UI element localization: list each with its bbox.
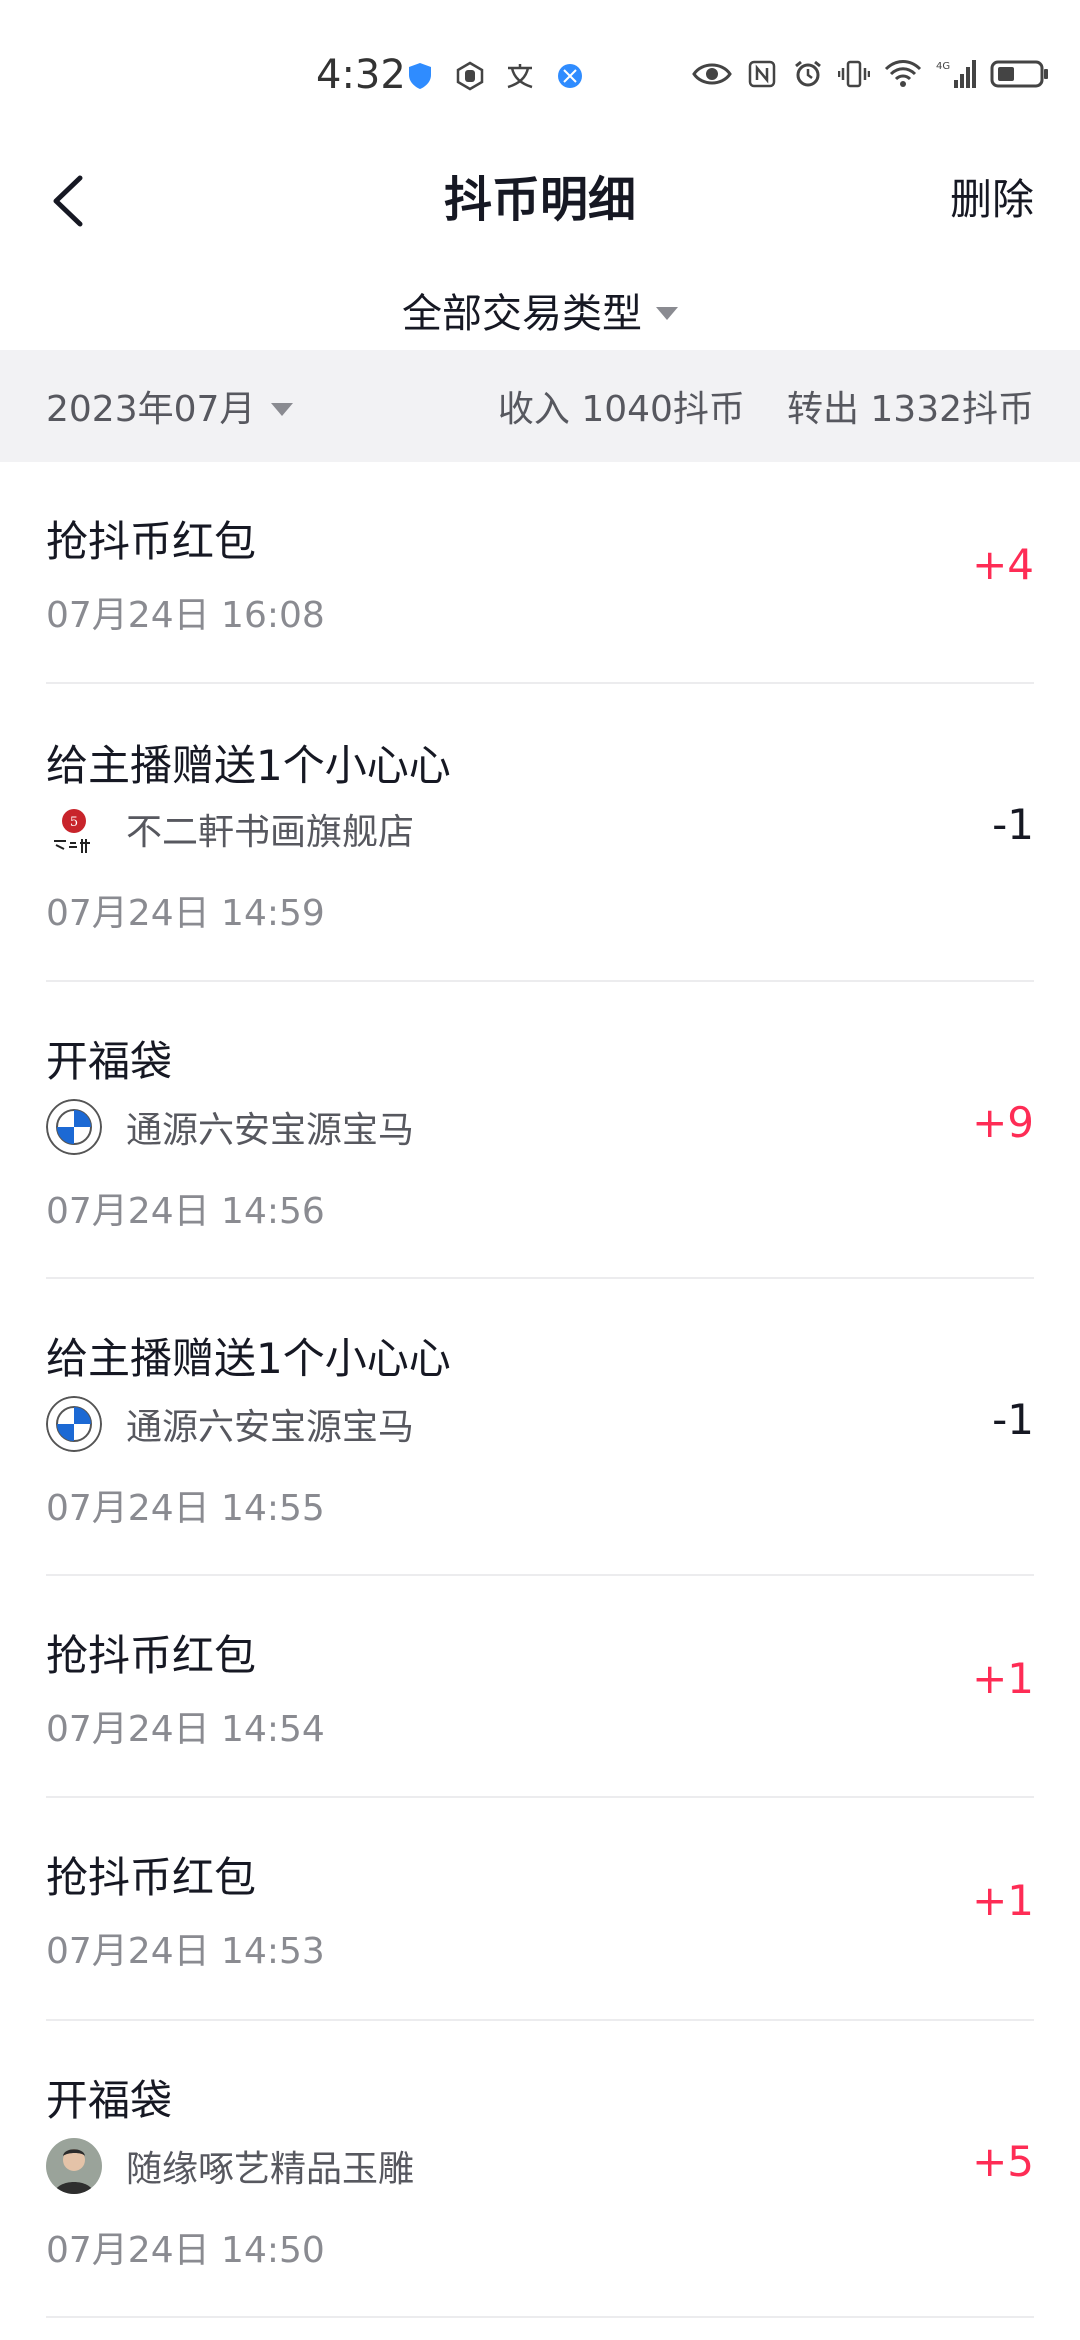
battery-icon — [990, 60, 1048, 88]
page-title: 抖币明细 — [443, 172, 636, 228]
transaction-time: 07月24日 14:53 — [46, 1931, 325, 1972]
transaction-title: 给主播赠送1个小心心 — [46, 741, 451, 790]
transaction-row[interactable]: 给主播赠送1个小心心 通源六安宝源宝马 07月24日 14:55 -1 — [46, 1279, 1034, 1576]
transaction-time: 07月24日 14:56 — [46, 1191, 325, 1232]
streamer-info: 通源六安宝源宝马 — [46, 1396, 414, 1452]
transaction-row[interactable]: 开福袋 随缘啄艺精品玉雕 07月24日 14:50 +5 — [46, 2021, 1034, 2318]
transaction-amount: +1 — [972, 1876, 1034, 1925]
dropdown-arrow-icon — [656, 306, 678, 320]
month-summary-bar: 2023年07月 收入 1040抖币 转出 1332抖币 — [0, 350, 1080, 462]
transaction-row[interactable]: 开福袋 通源六安宝源宝马 07月24日 14:56 +9 — [46, 982, 1034, 1279]
month-label: 2023年07月 — [46, 389, 256, 430]
streamer-info: 5 不二軒书画旗舰店 — [46, 801, 414, 857]
streamer-info: 通源六安宝源宝马 — [46, 1099, 414, 1155]
status-right-icons: 4G — [692, 58, 1050, 90]
streamer-avatar — [46, 1099, 102, 1155]
month-totals: 收入 1040抖币 转出 1332抖币 — [498, 380, 1034, 432]
status-time: 4:32 — [316, 52, 406, 98]
nfc-icon — [748, 60, 776, 88]
signal-4g-icon: 4G — [936, 60, 976, 88]
month-selector[interactable]: 2023年07月 — [46, 380, 294, 432]
outgoing-total: 转出 1332抖币 — [786, 389, 1034, 430]
transaction-row[interactable]: 抢抖币红包 07月24日 14:54 +1 — [46, 1576, 1034, 1798]
status-bar: 4:32 4G — [0, 0, 1080, 150]
transaction-title: 抢抖币红包 — [46, 1853, 257, 1902]
transaction-amount: +5 — [972, 2137, 1034, 2186]
transaction-time: 07月24日 14:59 — [46, 893, 325, 934]
vibrate-icon — [838, 60, 870, 88]
streamer-name: 通源六安宝源宝马 — [126, 1110, 415, 1151]
transaction-amount: -1 — [992, 800, 1034, 849]
wifi-icon — [884, 60, 922, 87]
eye-icon — [692, 63, 732, 85]
alarm-icon — [795, 60, 821, 87]
streamer-avatar — [46, 1396, 102, 1452]
transaction-amount: -1 — [992, 1395, 1034, 1444]
transaction-time: 07月24日 14:54 — [46, 1709, 325, 1750]
transaction-amount: +4 — [972, 540, 1034, 589]
streamer-info: 随缘啄艺精品玉雕 — [46, 2138, 414, 2194]
transaction-title: 抢抖币红包 — [46, 1631, 257, 1680]
status-left-icons — [404, 60, 586, 92]
streamer-avatar — [46, 2138, 102, 2194]
hand-icon — [456, 61, 484, 91]
svg-text:5: 5 — [70, 815, 78, 830]
streamer-name: 不二軒书画旗舰店 — [126, 812, 415, 853]
transaction-list: 抢抖币红包 07月24日 16:08 +4 给主播赠送1个小心心 5 不二軒书画… — [46, 462, 1034, 2318]
transaction-time: 07月24日 16:08 — [46, 595, 325, 636]
transaction-title: 给主播赠送1个小心心 — [46, 1334, 451, 1383]
income-total: 收入 1040抖币 — [497, 389, 745, 430]
translate-icon — [507, 64, 533, 89]
svg-text:4G: 4G — [936, 61, 950, 72]
streamer-name: 随缘啄艺精品玉雕 — [126, 2149, 415, 2190]
streamer-name: 通源六安宝源宝马 — [126, 1407, 415, 1448]
transaction-amount: +9 — [972, 1098, 1034, 1147]
transaction-row[interactable]: 抢抖币红包 07月24日 14:53 +1 — [46, 1798, 1034, 2021]
transaction-row[interactable]: 抢抖币红包 07月24日 16:08 +4 — [46, 462, 1034, 684]
transaction-title: 开福袋 — [46, 2076, 173, 2125]
nav-bar: 抖币明细 删除 — [0, 150, 1080, 280]
filter-label: 全部交易类型 — [402, 291, 642, 337]
transaction-title: 开福袋 — [46, 1037, 173, 1086]
transaction-type-filter[interactable]: 全部交易类型 — [0, 270, 1080, 350]
shield-icon — [409, 63, 431, 89]
transaction-time: 07月24日 14:55 — [46, 1488, 325, 1529]
dropdown-arrow-icon — [271, 402, 294, 416]
delete-button[interactable]: 删除 — [950, 166, 1034, 227]
streamer-avatar: 5 — [46, 801, 102, 857]
globe-icon — [558, 64, 582, 88]
transaction-time: 07月24日 14:50 — [46, 2230, 325, 2271]
transaction-row[interactable]: 给主播赠送1个小心心 5 不二軒书画旗舰店 07月24日 14:59 -1 — [46, 684, 1034, 982]
transaction-amount: +1 — [972, 1654, 1034, 1703]
transaction-title: 抢抖币红包 — [46, 517, 257, 566]
